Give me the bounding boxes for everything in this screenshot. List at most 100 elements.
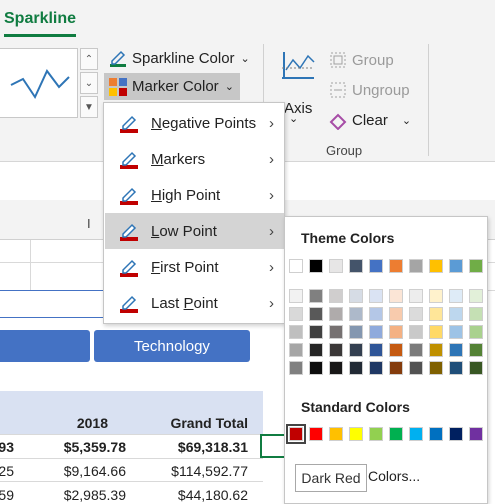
more-colors-link[interactable]: Colors... xyxy=(368,468,420,484)
group-button[interactable]: Group xyxy=(328,50,394,70)
theme-shade-swatch[interactable] xyxy=(449,307,463,321)
theme-color-swatch[interactable] xyxy=(389,259,403,273)
gallery-scroll-up-button[interactable]: ⌃ xyxy=(80,48,98,70)
theme-shade-swatch[interactable] xyxy=(469,325,483,339)
theme-color-swatch[interactable] xyxy=(289,259,303,273)
theme-shade-swatch[interactable] xyxy=(289,325,303,339)
theme-shade-swatch[interactable] xyxy=(409,307,423,321)
menu-item-first-point[interactable]: First Point › xyxy=(105,249,284,285)
theme-shade-swatch[interactable] xyxy=(329,307,343,321)
theme-shade-swatch[interactable] xyxy=(289,343,303,357)
theme-shade-swatch[interactable] xyxy=(429,343,443,357)
gallery-more-button[interactable]: ▼ xyxy=(80,96,98,118)
standard-color-swatch[interactable] xyxy=(449,427,463,441)
theme-shade-swatch[interactable] xyxy=(349,289,363,303)
standard-color-swatch[interactable] xyxy=(409,427,423,441)
menu-item-low-point[interactable]: Low Point › xyxy=(105,213,284,249)
column-header-i[interactable]: I xyxy=(87,216,91,231)
theme-shade-swatch[interactable] xyxy=(329,343,343,357)
sparkline-style-gallery[interactable] xyxy=(0,48,78,118)
theme-shade-swatch[interactable] xyxy=(369,307,383,321)
chevron-right-icon: › xyxy=(269,258,274,276)
theme-shade-swatch[interactable] xyxy=(409,343,423,357)
menu-item-last-point[interactable]: Last Point › xyxy=(105,285,284,321)
menu-item-high-point[interactable]: High Point › xyxy=(105,177,284,213)
theme-shade-swatch[interactable] xyxy=(409,289,423,303)
standard-color-swatch[interactable] xyxy=(469,427,483,441)
theme-shade-swatch[interactable] xyxy=(309,289,323,303)
theme-shade-swatch[interactable] xyxy=(369,343,383,357)
theme-shade-swatch[interactable] xyxy=(369,325,383,339)
pivot-cell: $114,592.77 xyxy=(171,463,248,479)
theme-shade-swatch[interactable] xyxy=(309,325,323,339)
theme-color-swatch[interactable] xyxy=(309,259,323,273)
theme-shade-swatch[interactable] xyxy=(349,307,363,321)
theme-shade-swatch[interactable] xyxy=(309,343,323,357)
pivot-cell: 59 xyxy=(0,487,14,503)
row-line xyxy=(0,481,263,482)
pen-icon xyxy=(110,50,126,67)
theme-shade-swatch[interactable] xyxy=(389,325,403,339)
theme-color-swatch[interactable] xyxy=(409,259,423,273)
theme-color-swatch[interactable] xyxy=(349,259,363,273)
theme-shade-swatch[interactable] xyxy=(469,361,483,375)
theme-shade-swatch[interactable] xyxy=(469,343,483,357)
ungroup-button[interactable]: Ungroup xyxy=(328,80,410,100)
theme-shade-swatch[interactable] xyxy=(449,343,463,357)
standard-color-swatch[interactable] xyxy=(429,427,443,441)
theme-shade-swatch[interactable] xyxy=(349,343,363,357)
theme-shade-swatch[interactable] xyxy=(289,289,303,303)
standard-color-swatch[interactable] xyxy=(389,427,403,441)
theme-shade-swatch[interactable] xyxy=(309,307,323,321)
menu-item-markers[interactable]: Markers › xyxy=(105,141,284,177)
theme-shade-swatch[interactable] xyxy=(429,325,443,339)
theme-color-swatch[interactable] xyxy=(429,259,443,273)
theme-shade-swatch[interactable] xyxy=(389,307,403,321)
theme-color-swatch[interactable] xyxy=(449,259,463,273)
theme-color-swatch[interactable] xyxy=(469,259,483,273)
standard-color-swatch[interactable] xyxy=(369,427,383,441)
theme-shade-swatch[interactable] xyxy=(289,307,303,321)
theme-shade-swatch[interactable] xyxy=(369,289,383,303)
theme-shade-swatch[interactable] xyxy=(389,343,403,357)
clear-button[interactable]: Clear ⌄ xyxy=(328,110,411,130)
theme-shade-swatch[interactable] xyxy=(409,325,423,339)
theme-shade-swatch[interactable] xyxy=(329,361,343,375)
theme-shade-swatch[interactable] xyxy=(289,361,303,375)
theme-shade-swatch[interactable] xyxy=(449,325,463,339)
theme-shade-swatch[interactable] xyxy=(469,289,483,303)
theme-shade-swatch[interactable] xyxy=(389,361,403,375)
theme-shade-swatch[interactable] xyxy=(469,307,483,321)
slicer-button-left[interactable] xyxy=(0,330,90,362)
theme-shade-swatch[interactable] xyxy=(429,361,443,375)
theme-shade-swatch[interactable] xyxy=(349,325,363,339)
theme-color-swatch[interactable] xyxy=(369,259,383,273)
pen-icon xyxy=(120,187,138,205)
pivot-cell: $44,180.62 xyxy=(177,487,248,503)
standard-color-swatch[interactable] xyxy=(329,427,343,441)
menu-item-label: First Point xyxy=(151,258,219,276)
theme-shade-swatch[interactable] xyxy=(409,361,423,375)
theme-shade-swatch[interactable] xyxy=(329,289,343,303)
sparkline-color-button[interactable]: Sparkline Color ⌄ xyxy=(108,48,250,68)
standard-color-swatch[interactable] xyxy=(286,424,306,444)
slicer-button-technology[interactable]: Technology xyxy=(94,330,250,362)
theme-shade-swatch[interactable] xyxy=(389,289,403,303)
theme-shade-swatch[interactable] xyxy=(369,361,383,375)
marker-color-button[interactable]: Marker Color ⌄ xyxy=(104,73,240,100)
menu-item-label: High Point xyxy=(151,186,221,204)
standard-color-swatch[interactable] xyxy=(349,427,363,441)
menu-item-negative-points[interactable]: Negative Points › xyxy=(105,105,284,141)
theme-shade-swatch[interactable] xyxy=(349,361,363,375)
theme-color-swatch[interactable] xyxy=(329,259,343,273)
theme-shade-swatch[interactable] xyxy=(429,289,443,303)
theme-shade-swatch[interactable] xyxy=(309,361,323,375)
theme-shade-swatch[interactable] xyxy=(449,289,463,303)
theme-shade-swatch[interactable] xyxy=(449,361,463,375)
tab-sparkline[interactable]: Sparkline xyxy=(4,10,76,28)
pen-icon xyxy=(120,259,138,277)
gallery-scroll-down-button[interactable]: ⌄ xyxy=(80,72,98,94)
standard-color-swatch[interactable] xyxy=(309,427,323,441)
theme-shade-swatch[interactable] xyxy=(429,307,443,321)
theme-shade-swatch[interactable] xyxy=(329,325,343,339)
